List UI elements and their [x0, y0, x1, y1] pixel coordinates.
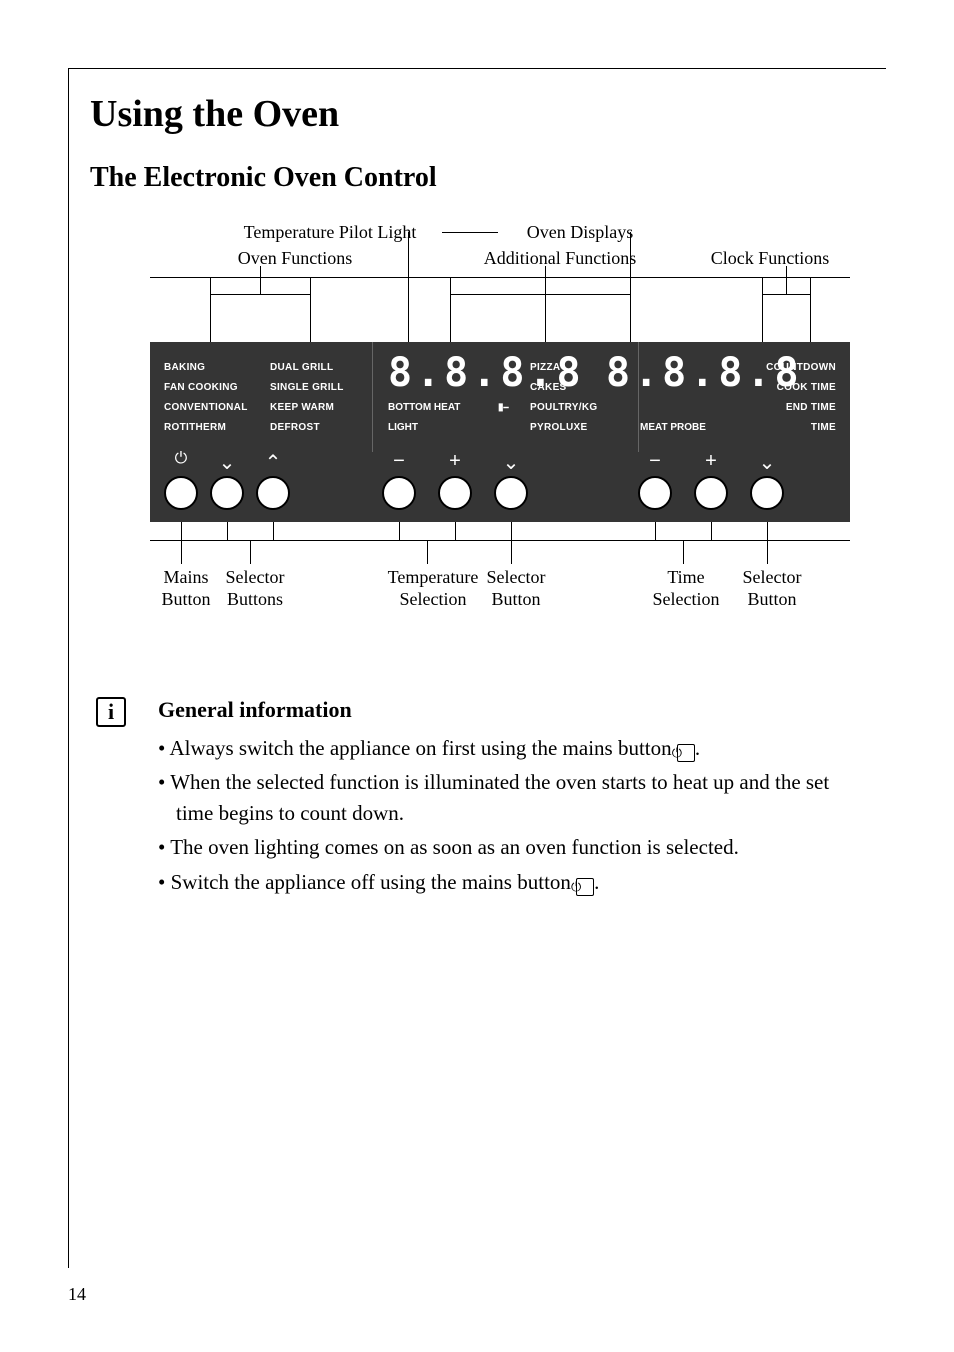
panel-label: TIME	[811, 422, 836, 433]
power-icon: ⏻	[677, 744, 695, 762]
panel-label: COOK TIME	[777, 382, 836, 393]
panel-label: END TIME	[786, 402, 836, 413]
temp-minus-button[interactable]	[382, 476, 416, 510]
panel-label: FAN COOKING	[164, 382, 238, 393]
panel-label: CONVENTIONAL	[164, 402, 248, 413]
page-title: Using the Oven	[90, 92, 870, 136]
time-minus-button[interactable]	[638, 476, 672, 510]
label-time-selection: Time Selection	[636, 567, 736, 610]
panel-label: POULTRY/KG	[530, 402, 597, 413]
general-information: General information Always switch the ap…	[158, 697, 868, 901]
chevron-up-icon: ⌃	[258, 450, 288, 475]
panel-label: DUAL GRILL	[270, 362, 333, 373]
plus-icon: +	[696, 450, 726, 473]
plus-icon: +	[440, 450, 470, 473]
list-item: Switch the appliance off using the mains…	[158, 867, 868, 897]
content-area: Using the Oven The Electronic Oven Contr…	[90, 92, 870, 666]
page-number: 14	[68, 1284, 86, 1305]
panel-label: BAKING	[164, 362, 205, 373]
list-item: When the selected function is illuminate…	[158, 767, 868, 828]
control-panel: BAKING FAN COOKING CONVENTIONAL ROTITHER…	[150, 342, 850, 522]
label-clock: Clock Functions	[690, 248, 850, 269]
time-display: 8.8.8.8	[606, 350, 803, 396]
middle-selector-button[interactable]	[494, 476, 528, 510]
general-info-list: Always switch the appliance on first usi…	[158, 733, 868, 897]
label-selector-buttons: Selector Buttons	[210, 567, 300, 610]
panel-label: PYROLUXE	[530, 422, 587, 433]
panel-label: KEEP WARM	[270, 402, 334, 413]
panel-label: SINGLE GRILL	[270, 382, 344, 393]
section-title: The Electronic Oven Control	[90, 162, 870, 194]
time-selector-button[interactable]	[750, 476, 784, 510]
temp-plus-button[interactable]	[438, 476, 472, 510]
panel-sublabel: BOTTOM HEAT	[388, 402, 460, 413]
panel-label: DEFROST	[270, 422, 320, 433]
time-plus-button[interactable]	[694, 476, 728, 510]
panel-sublabel: LIGHT	[388, 422, 418, 433]
list-item: Always switch the appliance on first usi…	[158, 733, 868, 763]
control-diagram: Temperature Pilot Light Oven Displays Ov…	[150, 222, 850, 642]
chevron-down-icon: ⌄	[212, 450, 242, 475]
thermometer-icon: ▮⎯	[498, 402, 509, 413]
power-icon: ⏻	[166, 450, 196, 468]
label-oven-displays: Oven Displays	[500, 222, 660, 243]
power-icon: ⏻	[576, 878, 594, 896]
minus-icon: −	[384, 450, 414, 473]
chevron-down-icon: ⌄	[752, 450, 782, 475]
label-temp-pilot: Temperature Pilot Light	[220, 222, 440, 243]
panel-sublabel: MEAT PROBE	[640, 422, 706, 433]
general-info-heading: General information	[158, 697, 868, 723]
info-icon: i	[96, 697, 126, 727]
panel-label: COUNTDOWN	[766, 362, 836, 373]
label-selector-button-mid: Selector Button	[476, 567, 556, 610]
minus-icon: −	[640, 450, 670, 473]
label-oven-functions: Oven Functions	[210, 248, 380, 269]
selector-down-button[interactable]	[210, 476, 244, 510]
panel-label: ROTITHERM	[164, 422, 226, 433]
panel-label: CAKES	[530, 382, 567, 393]
selector-up-button[interactable]	[256, 476, 290, 510]
list-item: The oven lighting comes on as soon as an…	[158, 832, 868, 862]
mains-button[interactable]	[164, 476, 198, 510]
label-selector-button-right: Selector Button	[732, 567, 812, 610]
chevron-down-icon: ⌄	[496, 450, 526, 475]
panel-label: PIZZA	[530, 362, 560, 373]
